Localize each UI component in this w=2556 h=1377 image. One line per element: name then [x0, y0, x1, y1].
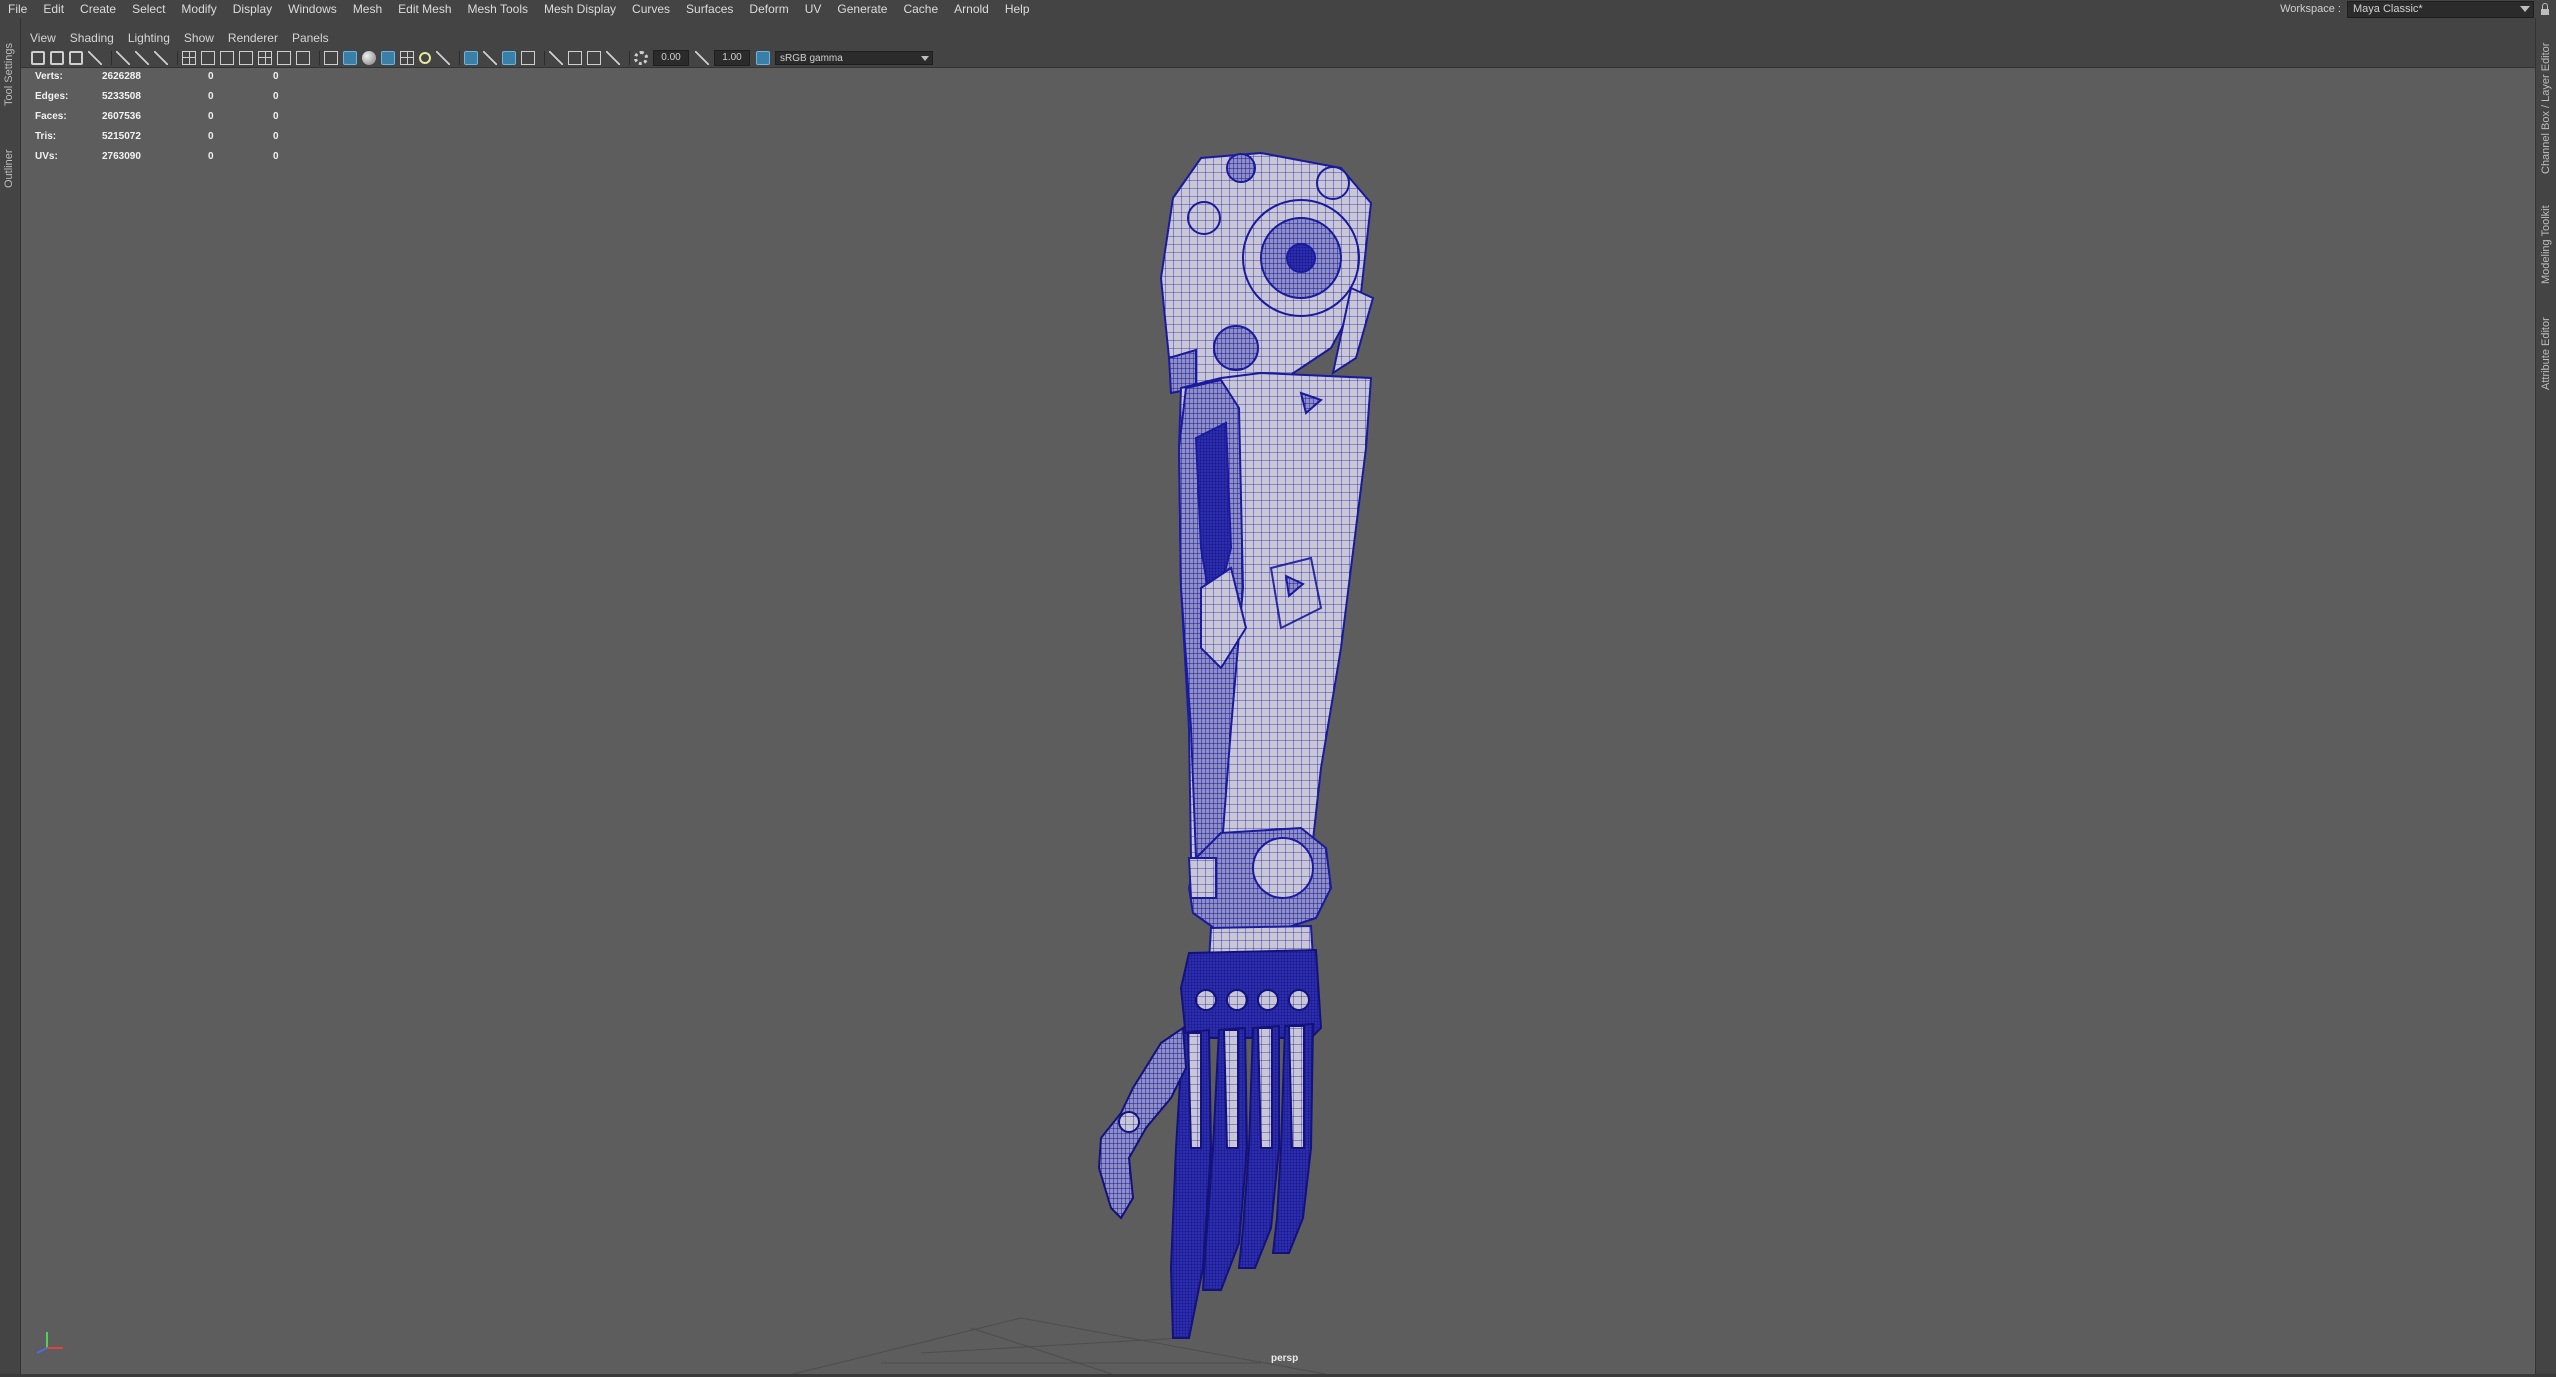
- ground-grid: [780, 1317, 1342, 1377]
- camera-name-label: persp: [1271, 1353, 1299, 1364]
- menu-display[interactable]: Display: [225, 0, 280, 18]
- menu-create[interactable]: Create: [72, 0, 124, 18]
- menu-edit-mesh[interactable]: Edit Mesh: [390, 0, 459, 18]
- menu-mesh[interactable]: Mesh: [345, 0, 390, 18]
- menu-mesh-display[interactable]: Mesh Display: [536, 0, 624, 18]
- menu-select[interactable]: Select: [124, 0, 173, 18]
- menu-modify[interactable]: Modify: [173, 0, 224, 18]
- workspace-selector: Workspace : Maya Classic*: [2280, 0, 2556, 18]
- chevron-down-icon: [2520, 5, 2530, 12]
- right-side-tabs: Channel Box / Layer Editor Modeling Tool…: [2535, 18, 2556, 1377]
- menu-mesh-tools[interactable]: Mesh Tools: [460, 0, 536, 18]
- tab-tool-settings[interactable]: Tool Settings: [3, 43, 15, 106]
- menu-windows[interactable]: Windows: [280, 0, 345, 18]
- tab-modeling-toolkit[interactable]: Modeling Toolkit: [2540, 205, 2552, 284]
- main-menu-bar: File Edit Create Select Modify Display W…: [0, 0, 2556, 18]
- wrist-joint: [1187, 826, 1333, 962]
- menu-surfaces[interactable]: Surfaces: [678, 0, 741, 18]
- menu-file[interactable]: File: [0, 0, 35, 18]
- workspace-label: Workspace :: [2280, 3, 2341, 15]
- lock-icon[interactable]: [2534, 0, 2556, 18]
- menu-curves[interactable]: Curves: [624, 0, 678, 18]
- robot-arm-model[interactable]: [21, 28, 2535, 1377]
- menu-arnold[interactable]: Arnold: [946, 0, 997, 18]
- tab-attribute-editor[interactable]: Attribute Editor: [2540, 317, 2552, 390]
- workspace-dropdown[interactable]: Maya Classic*: [2347, 0, 2534, 18]
- workspace-value: Maya Classic*: [2353, 2, 2423, 15]
- menu-deform[interactable]: Deform: [741, 0, 796, 18]
- menu-cache[interactable]: Cache: [895, 0, 946, 18]
- viewport-panel[interactable]: View Shading Lighting Show Renderer Pane…: [21, 28, 2535, 1377]
- fingers: [1097, 1022, 1315, 1339]
- tab-outliner[interactable]: Outliner: [3, 149, 15, 188]
- menu-edit[interactable]: Edit: [35, 0, 72, 18]
- axis-gizmo: [36, 1332, 63, 1354]
- menu-generate[interactable]: Generate: [829, 0, 895, 18]
- forearm: [1177, 371, 1373, 889]
- tab-channel-box[interactable]: Channel Box / Layer Editor: [2540, 43, 2552, 174]
- shoulder-joint: [1159, 151, 1375, 395]
- menu-uv[interactable]: UV: [797, 0, 830, 18]
- left-side-tabs: Tool Settings Outliner: [0, 18, 21, 1377]
- menu-help[interactable]: Help: [997, 0, 1038, 18]
